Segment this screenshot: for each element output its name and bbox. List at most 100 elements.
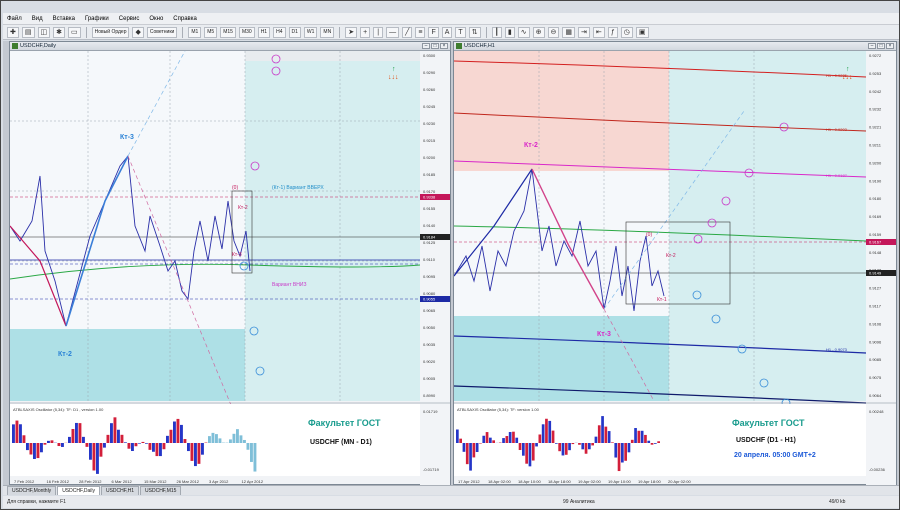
date-tick-label: 18 Apr 02:00: [488, 479, 511, 484]
menu-charts[interactable]: Графики: [85, 16, 109, 22]
timeframe-h1[interactable]: H1: [257, 26, 271, 38]
profiles-icon[interactable]: ▤: [21, 26, 35, 38]
indicators-icon[interactable]: ƒ: [607, 26, 618, 38]
timeframe-m30[interactable]: M30: [238, 26, 255, 38]
label-down-variant: Вариант ВНИЗ: [272, 282, 306, 288]
chart-window-daily[interactable]: USDCHF,Daily – □ × ↑ ↓↓↓ Кт-3 Кт-2 (0) К…: [9, 41, 451, 485]
pair-label: USDCHF (MN - D1): [310, 439, 372, 446]
timeframe-m15[interactable]: M15: [220, 26, 236, 38]
zoom-out-icon[interactable]: ⊖: [547, 26, 560, 38]
new-chart-icon[interactable]: ✚: [7, 26, 19, 38]
label-kt3: Кт-3: [597, 331, 611, 338]
timeframe-d1[interactable]: D1: [288, 26, 301, 38]
oscillator-bar: [541, 424, 545, 443]
timeframe-h4[interactable]: H4: [273, 26, 286, 38]
oscillator-bar: [141, 441, 145, 443]
oscillator-bar: [607, 431, 611, 443]
oscillator-bar: [180, 424, 183, 443]
price-marker-dark-text: 0.9184: [423, 235, 436, 240]
maximize-icon[interactable]: □: [431, 43, 439, 49]
oscillator-bar: [85, 443, 89, 447]
price-tick-label: 0.9127: [869, 286, 882, 291]
price-tick-label: 0.9095: [423, 274, 436, 279]
label-up-variant: (Кт-1) Вариант ВВЕРХ: [272, 185, 324, 191]
new-order-button[interactable]: Новый Ордер: [91, 26, 130, 38]
date-tick-label: 7 Feb 2012: [14, 479, 35, 484]
price-tick-label: 0.9245: [423, 104, 436, 109]
shift-icon[interactable]: ⇤: [592, 26, 605, 38]
oscillator-bar: [489, 437, 492, 443]
periods-icon[interactable]: ◷: [620, 26, 633, 38]
maximize-icon[interactable]: □: [877, 43, 885, 49]
label-kt2: Кт-2: [524, 142, 538, 149]
oscillator-bar: [26, 443, 29, 451]
minimize-icon[interactable]: –: [422, 43, 430, 49]
price-scale-labels: 0.9300 0.9290 0.9260 0.9245 0.9230 0.9215 0.92…: [423, 53, 436, 398]
timeframe-m5[interactable]: M5: [204, 26, 218, 38]
oscillator-bar: [145, 443, 148, 444]
chart-title: USDCHF,H1: [464, 43, 495, 49]
zoom-in-icon[interactable]: ⊕: [532, 26, 545, 38]
tab-h1[interactable]: USDCHF,H1: [100, 486, 140, 495]
support-zone: [454, 316, 669, 401]
main-toolbar: ✚ ▤ ◫ ✱ ▭ Новый Ордер ◆ Советники M1 M5 …: [3, 25, 899, 40]
horizontal-line-icon[interactable]: —: [386, 26, 400, 38]
menu-insert[interactable]: Вставка: [53, 16, 75, 22]
oscillator-bar: [201, 443, 204, 455]
tab-daily[interactable]: USDCHF,Daily: [57, 486, 100, 495]
oscillator-bar: [545, 418, 548, 443]
price-tick-label: 0.9200: [869, 160, 882, 165]
menu-help[interactable]: Справка: [173, 16, 197, 22]
crosshair-icon[interactable]: +: [360, 26, 371, 38]
oscillator-bar: [634, 428, 637, 443]
navigator-icon[interactable]: ✱: [53, 26, 65, 38]
fibo-icon[interactable]: F: [428, 26, 439, 38]
oscillator-bar: [528, 443, 532, 467]
advisors-button[interactable]: Советники: [146, 26, 178, 38]
templates-icon[interactable]: ▣: [635, 26, 649, 38]
oscillator-bar: [604, 426, 608, 443]
toolbar-separator: [85, 26, 87, 38]
text-icon[interactable]: A: [441, 26, 453, 38]
label-icon[interactable]: T: [455, 26, 466, 38]
timeframe-m1[interactable]: M1: [188, 26, 202, 38]
price-tick-label: 0.9020: [423, 359, 436, 364]
bar-chart-icon[interactable]: ┃: [491, 26, 502, 38]
autoscroll-icon[interactable]: ⇥: [578, 26, 590, 38]
line-chart-icon[interactable]: ∿: [517, 26, 530, 38]
tile-icon[interactable]: ▦: [562, 26, 576, 38]
timeframe-mn[interactable]: MN: [320, 26, 335, 38]
h1-chart-canvas[interactable]: ↑ ↓↓↓ Кт-2 Кт-3 (0) Кт-2 Кт-1 H1 - 0.923…: [454, 51, 896, 485]
chart-titlebar[interactable]: USDCHF,H1 – □ ×: [454, 42, 896, 51]
close-icon[interactable]: ×: [886, 43, 894, 49]
chart-window-h1[interactable]: USDCHF,H1 – □ × ↑ ↓↓↓ Кт-2 Кт-3 (0) Кт-2…: [453, 41, 897, 485]
menu-window[interactable]: Окно: [149, 16, 163, 22]
oscillator-bar: [113, 417, 117, 443]
menu-file[interactable]: Файл: [7, 16, 22, 22]
market-watch-icon[interactable]: ◫: [37, 26, 51, 38]
oscillator-bar: [551, 430, 555, 443]
tab-m15[interactable]: USDCHF,M15: [140, 486, 182, 495]
arrows-icon[interactable]: ⇅: [468, 26, 481, 38]
close-icon[interactable]: ×: [440, 43, 448, 49]
timeframe-w1[interactable]: W1: [303, 26, 318, 38]
price-tick-label: 0.9260: [423, 87, 436, 92]
tab-monthly[interactable]: USDCHF,Monthly: [7, 486, 57, 495]
meta-editor-icon[interactable]: ◆: [132, 26, 144, 38]
price-tick-label: 0.9005: [423, 376, 436, 381]
date-tick-label: 19 Apr 10:00: [608, 479, 631, 484]
channel-icon[interactable]: ≡: [415, 26, 426, 38]
daily-chart-canvas[interactable]: ↑ ↓↓↓ Кт-3 Кт-2 (0) Кт-2 Кт-3 (Кт-1) Вар…: [10, 51, 450, 485]
price-tick-label: 0.9169: [869, 214, 882, 219]
minimize-icon[interactable]: –: [868, 43, 876, 49]
terminal-icon[interactable]: ▭: [68, 26, 81, 38]
trendline-icon[interactable]: ╱: [402, 26, 413, 38]
menu-view[interactable]: Вид: [32, 16, 43, 22]
menu-tools[interactable]: Сервис: [119, 16, 140, 22]
price-scale[interactable]: [420, 51, 450, 485]
oscillator-bar: [650, 443, 654, 445]
cursor-icon[interactable]: ➤: [345, 26, 358, 38]
vertical-line-icon[interactable]: |: [373, 26, 384, 38]
chart-titlebar[interactable]: USDCHF,Daily – □ ×: [10, 42, 450, 51]
candle-chart-icon[interactable]: ▮: [504, 26, 515, 38]
